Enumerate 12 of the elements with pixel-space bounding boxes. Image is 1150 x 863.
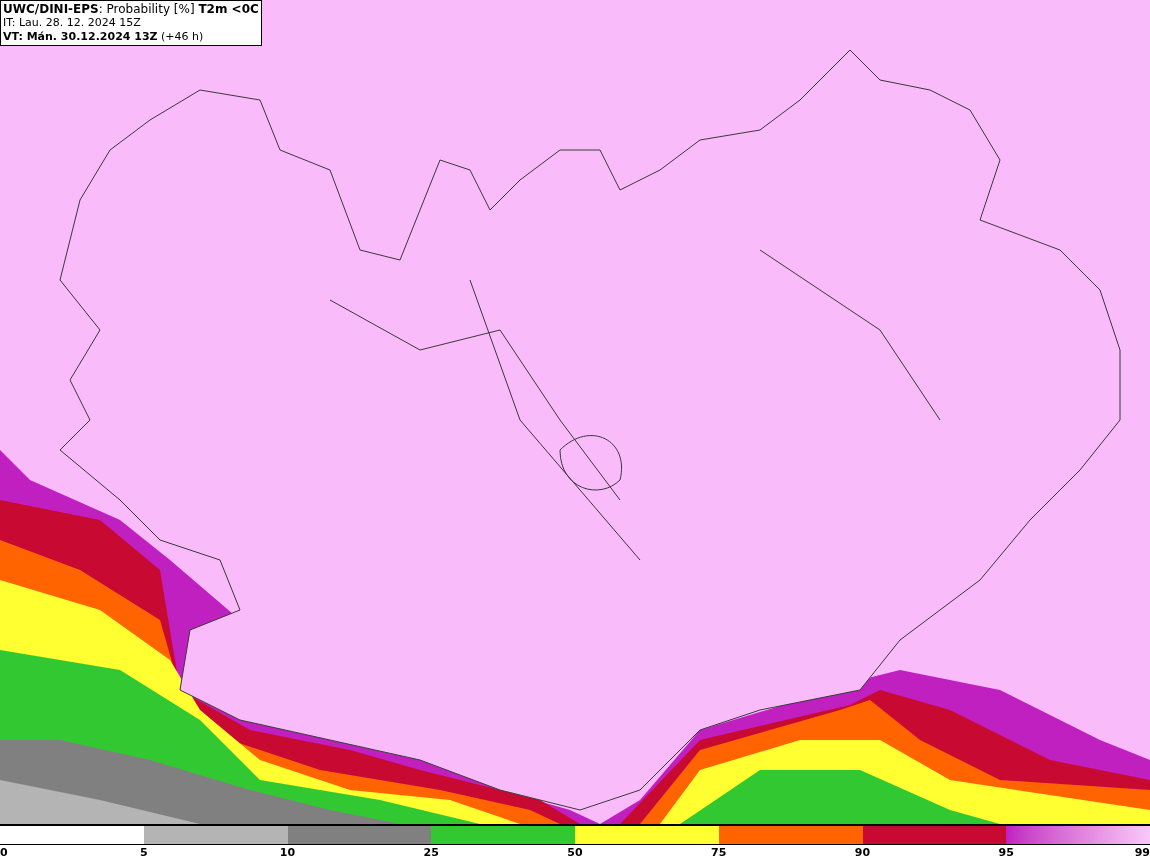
map-title: UWC/DINI-EPS: Probability [%] T2m <0C xyxy=(3,2,259,16)
legend-tick-label: 75 xyxy=(711,845,727,861)
legend-tick-label: 5 xyxy=(139,845,148,861)
legend-tick-label: 99 xyxy=(1134,845,1150,861)
legend-tick-label: 50 xyxy=(567,845,583,861)
valid-time: VT: Mán. 30.12.2024 13Z (+46 h) xyxy=(3,30,205,44)
legend-tick-label: 95 xyxy=(998,845,1014,861)
init-time: IT: Lau. 28. 12. 2024 15Z xyxy=(3,16,142,30)
legend-tick-label: 25 xyxy=(423,845,439,861)
legend-tick-label: 90 xyxy=(854,845,871,861)
legend-tick-label: 10 xyxy=(279,845,296,861)
legend-tick-label: 0 xyxy=(0,845,8,861)
